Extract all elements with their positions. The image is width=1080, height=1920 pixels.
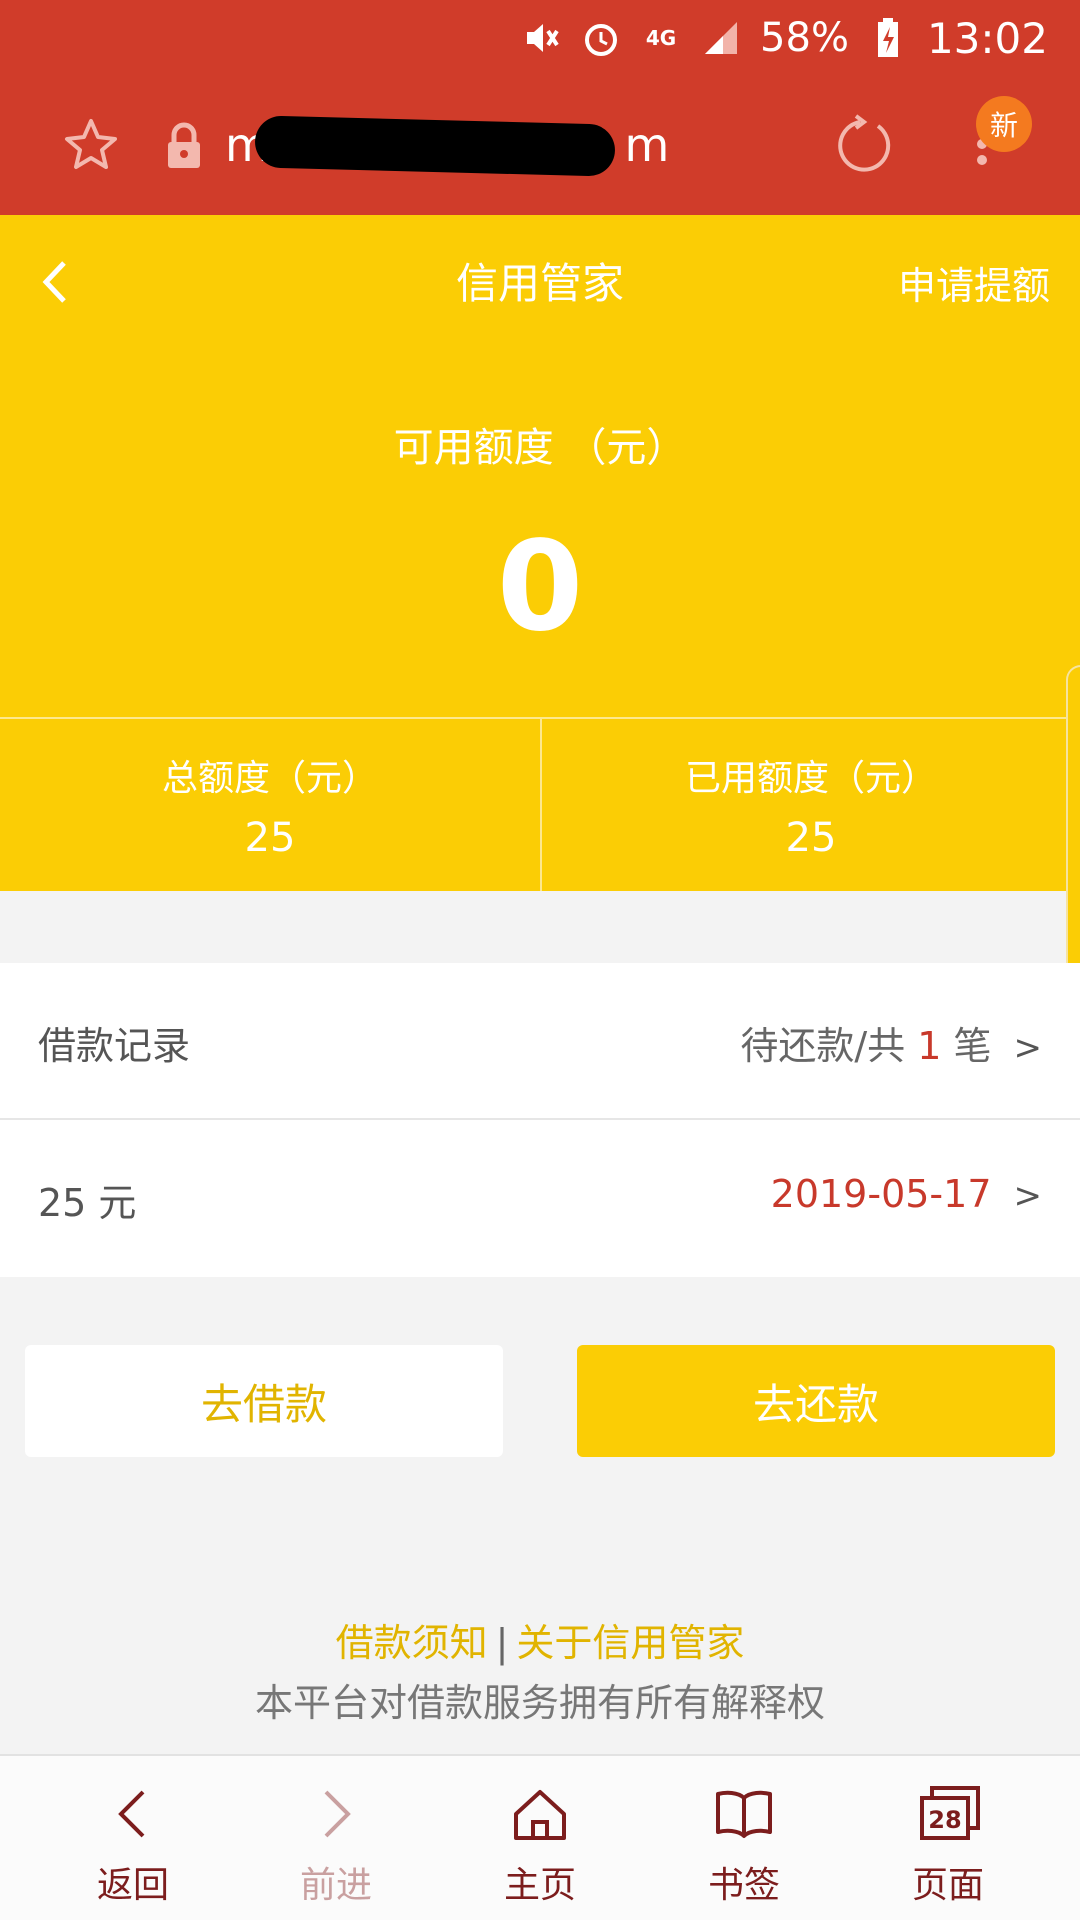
browser-chrome: 4G 58% 13:02 m.m 新 bbox=[0, 0, 1080, 215]
credit-breakdown: 总额度（元） 25 已用额度（元） 25 bbox=[0, 717, 1080, 891]
star-icon[interactable] bbox=[62, 116, 120, 174]
lock-icon bbox=[163, 122, 205, 170]
nav-home[interactable]: 主页 bbox=[432, 1756, 648, 1920]
nav-back[interactable]: 返回 bbox=[25, 1756, 241, 1920]
bookmark-book-icon bbox=[714, 1784, 774, 1844]
available-credit-value: 0 bbox=[496, 515, 584, 659]
browser-nav: 返回 前进 主页 书签 28 页面 bbox=[0, 1754, 1080, 1920]
nav-bookmarks-label: 书签 bbox=[707, 1865, 780, 1906]
total-credit-value: 25 bbox=[244, 815, 296, 861]
about-link[interactable]: 关于信用管家 bbox=[516, 1621, 744, 1665]
borrow-button[interactable]: 去借款 bbox=[25, 1345, 503, 1457]
tabs-icon: 28 bbox=[918, 1784, 980, 1844]
battery-percent: 58% bbox=[760, 15, 849, 61]
forward-icon bbox=[306, 1784, 366, 1844]
apply-increase-link[interactable]: 申请提额 bbox=[898, 255, 1050, 310]
battery-charging-icon bbox=[867, 17, 909, 59]
nav-tabs-label: 页面 bbox=[911, 1865, 984, 1906]
loan-records-title: 借款记录 bbox=[38, 1024, 191, 1068]
status-bar: 4G 58% 13:02 bbox=[520, 10, 1048, 66]
chevron-right-icon: > bbox=[1013, 1176, 1043, 1216]
url-bar[interactable]: m.m 新 bbox=[0, 96, 1080, 190]
pending-count: 1 bbox=[917, 1024, 942, 1068]
list-item[interactable]: 25 元 2019-05-17 > bbox=[0, 1120, 1080, 1277]
nav-back-label: 返回 bbox=[96, 1865, 169, 1906]
alarm-icon bbox=[580, 17, 622, 59]
credit-summary: 信用管家 申请提额 可用额度 （元） 0 总额度（元） 25 已用额度（元） 2… bbox=[0, 215, 1080, 1025]
loan-date: 2019-05-17 > bbox=[770, 1172, 1043, 1216]
home-icon bbox=[510, 1784, 570, 1844]
available-credit-label: 可用额度 （元） bbox=[393, 425, 687, 471]
reload-icon[interactable] bbox=[834, 114, 896, 176]
network-4g-icon: 4G bbox=[645, 26, 677, 50]
redaction-mark bbox=[254, 115, 616, 177]
loan-records: 借款记录 待还款/共 1 笔 > 25 元 2019-05-17 > bbox=[0, 963, 1080, 1277]
loan-records-header[interactable]: 借款记录 待还款/共 1 笔 > bbox=[0, 963, 1080, 1120]
nav-forward-label: 前进 bbox=[299, 1865, 372, 1906]
nav-bookmarks[interactable]: 书签 bbox=[636, 1756, 852, 1920]
nav-tabs[interactable]: 28 页面 bbox=[840, 1756, 1056, 1920]
loan-notice-link[interactable]: 借款须知 bbox=[336, 1621, 488, 1665]
mute-icon bbox=[520, 17, 562, 59]
chevron-right-icon: > bbox=[1013, 1028, 1043, 1068]
used-credit-value: 25 bbox=[785, 815, 837, 861]
pending-summary: 待还款/共 1 笔 > bbox=[740, 1024, 1043, 1068]
repay-button[interactable]: 去还款 bbox=[577, 1345, 1055, 1457]
clock: 13:02 bbox=[926, 13, 1048, 63]
loan-amount: 25 元 bbox=[38, 1181, 137, 1225]
nav-home-label: 主页 bbox=[503, 1865, 576, 1906]
total-credit: 总额度（元） 25 bbox=[0, 719, 540, 891]
footer-links: 借款须知 | 关于信用管家 bbox=[0, 1612, 1080, 1667]
used-credit: 已用额度（元） 25 bbox=[540, 719, 1080, 891]
used-credit-label: 已用额度（元） bbox=[684, 758, 937, 799]
back-icon bbox=[103, 1784, 163, 1844]
nav-forward[interactable]: 前进 bbox=[228, 1756, 444, 1920]
signal-icon bbox=[700, 17, 742, 59]
total-credit-label: 总额度（元） bbox=[161, 758, 378, 799]
new-badge: 新 bbox=[976, 96, 1032, 152]
disclaimer: 本平台对借款服务拥有所有解释权 bbox=[254, 1681, 825, 1725]
link-separator: | bbox=[495, 1621, 509, 1665]
tab-count: 28 bbox=[928, 1806, 961, 1834]
